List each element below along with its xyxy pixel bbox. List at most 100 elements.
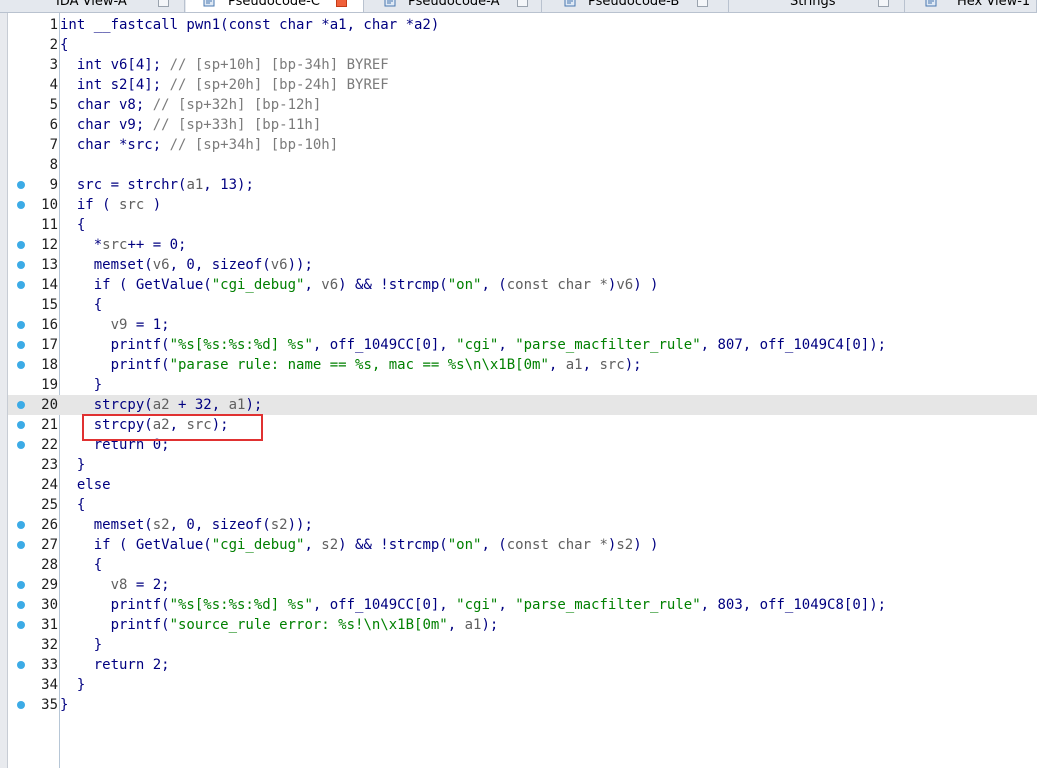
code-line[interactable]: 18 printf("parase rule: name == %s, mac … [8, 355, 1037, 375]
code-token: , [304, 537, 322, 553]
code-text: int s2[4]; // [sp+20h] [bp-24h] BYREF [60, 76, 389, 94]
code-text: strcpy(a2 + 32, a1); [60, 396, 263, 414]
code-token: int v6[4]; [60, 57, 170, 73]
tab-hex-view-1[interactable]: Hex View-1 [906, 0, 1037, 12]
code-line[interactable]: 33 return 2; [8, 655, 1037, 675]
line-number: 5 [49, 97, 58, 113]
close-icon[interactable] [517, 0, 528, 7]
tab-label: IDA View-A [56, 0, 127, 9]
code-line[interactable]: 11 { [8, 215, 1037, 235]
line-number: 3 [49, 57, 58, 73]
code-line[interactable]: 24 else [8, 475, 1037, 495]
code-line[interactable]: 10 if ( src ) [8, 195, 1037, 215]
close-icon[interactable] [336, 0, 347, 7]
code-line[interactable]: 26 memset(s2, 0, sizeof(s2)); [8, 515, 1037, 535]
code-token: char *src; [60, 137, 170, 153]
code-text: memset(v6, 0, sizeof(v6)); [60, 256, 313, 274]
code-token: "cgi_debug" [211, 537, 305, 553]
code-token: , [548, 357, 566, 373]
code-token: = 1; [127, 317, 170, 333]
code-token: else [60, 477, 111, 493]
code-line[interactable]: 20 strcpy(a2 + 32, a1); [8, 395, 1037, 415]
close-icon[interactable] [697, 0, 708, 7]
line-number: 2 [49, 37, 58, 53]
left-splitter[interactable] [0, 13, 8, 768]
code-line[interactable]: 19 } [8, 375, 1037, 395]
code-text: char v8; // [sp+32h] [bp-12h] [60, 96, 321, 114]
code-token: , [582, 357, 600, 373]
code-line[interactable]: 3 int v6[4]; // [sp+10h] [bp-34h] BYREF [8, 55, 1037, 75]
code-token: // [sp+20h] [bp-24h] BYREF [169, 77, 389, 93]
code-line[interactable]: 7 char *src; // [sp+34h] [bp-10h] [8, 135, 1037, 155]
code-text: } [60, 696, 68, 714]
code-token: { [60, 557, 103, 573]
code-token: int s2[4]; [60, 77, 170, 93]
close-icon[interactable] [158, 0, 169, 7]
code-line[interactable]: 35} [8, 695, 1037, 715]
code-token: "on" [447, 277, 482, 293]
code-line[interactable]: 32 } [8, 635, 1037, 655]
code-text: printf("%s[%s:%s:%d] %s", off_1049CC[0],… [60, 596, 887, 614]
tab-pseudocode-c[interactable]: Pseudocode-C [186, 0, 364, 12]
code-line[interactable]: 13 memset(v6, 0, sizeof(v6)); [8, 255, 1037, 275]
code-token: if ( [60, 197, 120, 213]
tab-ida-view-a[interactable]: IDA View-A [0, 0, 185, 12]
line-number: 6 [49, 117, 58, 133]
code-line[interactable]: 8 [8, 155, 1037, 175]
code-line[interactable]: 28 { [8, 555, 1037, 575]
code-line[interactable]: 30 printf("%s[%s:%s:%d] %s", off_1049CC[… [8, 595, 1037, 615]
code-token: int __fastcall pwn1(const char *a1, char… [60, 17, 440, 33]
tab-strings[interactable]: Strings [730, 0, 905, 12]
code-token: } [60, 377, 103, 393]
tab-label: Pseudocode-A [408, 0, 500, 9]
code-line[interactable]: 6 char v9; // [sp+33h] [bp-11h] [8, 115, 1037, 135]
code-token: ); [481, 617, 499, 633]
code-token: ++ = 0; [127, 237, 187, 253]
code-token: , off_1049CC[0], [312, 337, 457, 353]
code-line[interactable]: 5 char v8; // [sp+32h] [bp-12h] [8, 95, 1037, 115]
code-token: , [498, 337, 516, 353]
line-number: 9 [49, 177, 58, 193]
code-token: const char * [506, 537, 608, 553]
code-line[interactable]: 4 int s2[4]; // [sp+20h] [bp-24h] BYREF [8, 75, 1037, 95]
code-line[interactable]: 17 printf("%s[%s:%s:%d] %s", off_1049CC[… [8, 335, 1037, 355]
code-line[interactable]: 2{ [8, 35, 1037, 55]
code-text: printf("source_rule error: %s!\n\x1B[0m"… [60, 616, 499, 634]
line-number: 29 [41, 577, 58, 593]
code-token: "parse_macfilter_rule" [515, 337, 701, 353]
code-token: a1 [228, 397, 246, 413]
code-line[interactable]: 15 { [8, 295, 1037, 315]
tab-pseudocode-a[interactable]: Pseudocode-A [365, 0, 542, 12]
code-line[interactable]: 16 v9 = 1; [8, 315, 1037, 335]
code-line[interactable]: 1 int __fastcall pwn1(const char *a1, cha… [8, 15, 1037, 35]
code-line[interactable]: 31 printf("source_rule error: %s!\n\x1B[… [8, 615, 1037, 635]
code-token: , 0, sizeof( [169, 517, 271, 533]
code-token: memset( [60, 257, 153, 273]
close-icon[interactable] [878, 0, 889, 7]
code-line[interactable]: 29 v8 = 2; [8, 575, 1037, 595]
code-token: ) [144, 197, 162, 213]
code-line[interactable]: 25 { [8, 495, 1037, 515]
tab-pseudocode-b[interactable]: Pseudocode-B [543, 0, 729, 12]
code-line[interactable]: 27 if ( GetValue("cgi_debug", s2) && !st… [8, 535, 1037, 555]
code-line[interactable]: 14 if ( GetValue("cgi_debug", v6) && !st… [8, 275, 1037, 295]
line-number: 14 [41, 277, 58, 293]
code-text: memset(s2, 0, sizeof(s2)); [60, 516, 313, 534]
code-text: else [60, 476, 111, 494]
code-token: // [sp+10h] [bp-34h] BYREF [169, 57, 389, 73]
line-number: 27 [41, 537, 58, 553]
line-number: 19 [41, 377, 58, 393]
line-number: 11 [41, 217, 58, 233]
code-line[interactable]: 12 *src++ = 0; [8, 235, 1037, 255]
code-token: printf( [60, 617, 170, 633]
code-token: , off_1049CC[0], [312, 597, 457, 613]
code-line[interactable]: 34 } [8, 675, 1037, 695]
code-line[interactable]: 9 src = strchr(a1, 13); [8, 175, 1037, 195]
code-token: printf( [60, 357, 170, 373]
code-token: { [60, 497, 86, 513]
code-token: ) ) [633, 277, 659, 293]
code-text: printf("%s[%s:%s:%d] %s", off_1049CC[0],… [60, 336, 887, 354]
line-number: 4 [49, 77, 58, 93]
code-line[interactable]: 23 } [8, 455, 1037, 475]
